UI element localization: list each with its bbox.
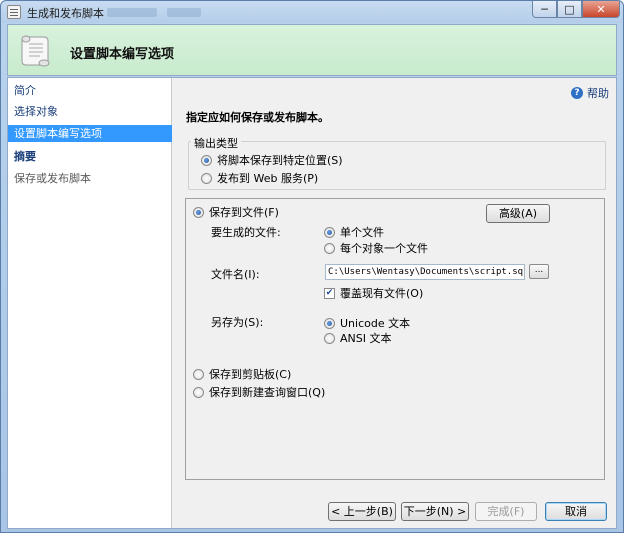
radio-ansi-text[interactable]: ANSI 文本 [324,330,391,346]
radio-unicode-text[interactable]: Unicode 文本 [324,315,410,331]
radio-label: ANSI 文本 [340,332,392,345]
nav-item-save-or-publish: 保存或发布脚本 [14,172,91,185]
wizard-header: 设置脚本编写选项 [7,24,617,76]
checkbox-label: 覆盖现有文件(O) [340,287,424,300]
browse-button[interactable]: ... [529,264,549,279]
nav-item-choose-objects[interactable]: 选择对象 [8,103,172,120]
radio-indicator [193,386,204,398]
title-bar[interactable]: 生成和发布脚本 ─ □ ✕ [1,1,623,23]
advanced-button[interactable]: 高级(A) [486,204,550,223]
output-type-label: 输出类型 [191,135,241,151]
help-icon: ? [571,87,583,99]
file-name-label: 文件名(I): [211,268,260,281]
help-label: 帮助 [587,87,609,100]
radio-indicator [324,226,335,238]
page-title: 设置脚本编写选项 [70,47,175,62]
instruction-text: 指定应如何保存或发布脚本。 [186,111,329,124]
radio-save-to-query-window[interactable]: 保存到新建查询窗口(Q) [193,384,325,400]
window-title: 生成和发布脚本 [27,7,104,20]
radio-indicator [324,242,335,254]
app-icon [7,5,21,19]
blurred-title-region [167,8,201,17]
radio-publish-web-service[interactable]: 发布到 Web 服务(P) [201,170,318,186]
radio-indicator [201,172,212,184]
radio-indicator [193,368,204,380]
radio-indicator [324,332,335,344]
radio-label: 保存到新建查询窗口(Q) [209,386,326,399]
minimize-button[interactable]: ─ [532,1,557,18]
nav-item-summary[interactable]: 摘要 [8,148,172,165]
radio-label: 发布到 Web 服务(P) [217,172,319,185]
finish-button: 完成(F) [475,502,537,521]
wizard-nav: 简介 选择对象 设置脚本编写选项 摘要 保存或发布脚本 [8,78,172,528]
blurred-title-region [107,8,157,17]
save-as-label: 另存为(S): [211,316,264,329]
radio-label: 将脚本保存到特定位置(S) [217,154,343,167]
close-button[interactable]: ✕ [582,1,620,18]
wizard-body: 简介 选择对象 设置脚本编写选项 摘要 保存或发布脚本 ? 帮助 指定应如何保存… [7,77,617,529]
file-name-input[interactable]: C:\Users\Wentasy\Documents\script.sql [325,264,525,280]
radio-file-per-object[interactable]: 每个对象一个文件 [324,240,428,256]
maximize-button[interactable]: □ [557,1,582,18]
radio-save-to-file[interactable]: 保存到文件(F) [193,204,279,220]
radio-label: 保存到文件(F) [209,206,279,219]
radio-save-to-location[interactable]: 将脚本保存到特定位置(S) [201,152,343,168]
radio-indicator [324,317,335,329]
checkbox-indicator: ✔ [324,287,335,299]
radio-indicator [201,154,212,166]
cancel-button[interactable]: 取消 [545,502,607,521]
next-button[interactable]: 下一步(N) > [401,502,469,521]
nav-item-scripting-options[interactable]: 设置脚本编写选项 [8,125,172,142]
wizard-window: 生成和发布脚本 ─ □ ✕ 设置脚本编写选项 简介 选择对象 设置脚本编写选项 … [0,0,624,533]
files-to-generate-label: 要生成的文件: [211,226,281,239]
radio-label: 保存到剪贴板(C) [209,368,292,381]
scroll-icon [21,35,50,67]
radio-indicator [193,206,204,218]
nav-item-introduction[interactable]: 简介 [8,82,172,99]
radio-save-to-clipboard[interactable]: 保存到剪贴板(C) [193,366,291,382]
previous-button[interactable]: < 上一步(B) [328,502,396,521]
radio-label: Unicode 文本 [340,317,411,330]
help-link[interactable]: ? 帮助 [571,85,609,101]
radio-label: 单个文件 [340,226,384,239]
checkbox-overwrite[interactable]: ✔ 覆盖现有文件(O) [324,285,423,301]
radio-label: 每个对象一个文件 [340,242,428,255]
radio-single-file[interactable]: 单个文件 [324,224,384,240]
